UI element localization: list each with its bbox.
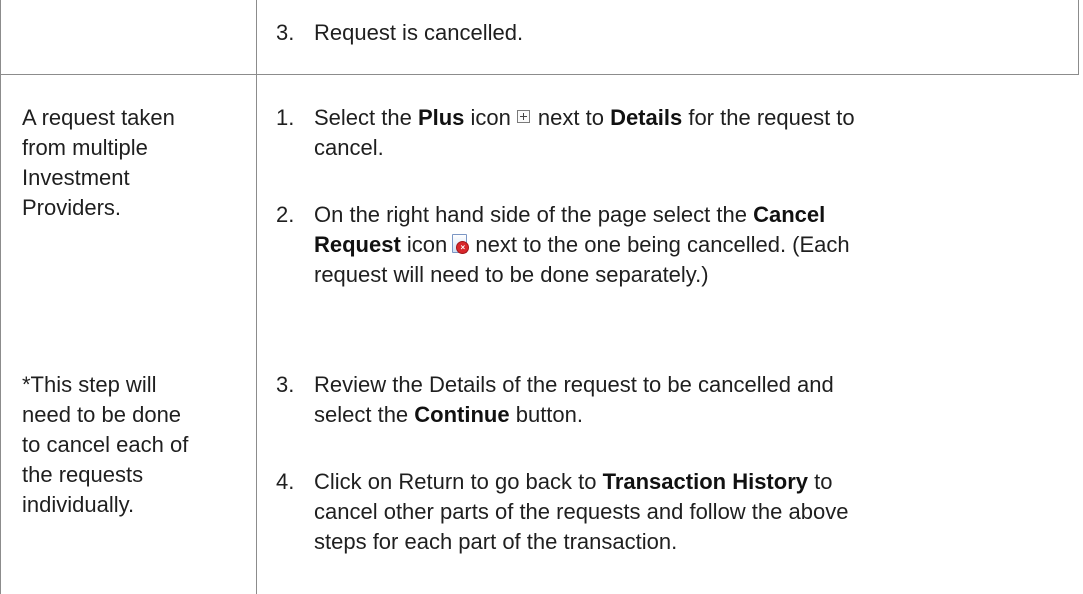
step-text-segment: button.: [509, 402, 583, 427]
note-line: individually.: [22, 492, 135, 517]
step-number: 2.: [276, 202, 295, 227]
step-number: 3.: [276, 372, 295, 397]
step-number: 1.: [276, 105, 295, 130]
step-text-segment: Review the Details of the request to be …: [314, 372, 834, 397]
note-line: need to be done: [22, 402, 182, 427]
step-text-segment: Click on Return to go back to: [314, 469, 603, 494]
cancel-request-icon: ×: [451, 234, 470, 254]
step-text: Request is cancelled.: [314, 20, 524, 45]
request-term: Request: [314, 232, 401, 257]
table-row-divider: [0, 74, 1079, 75]
step-text-segment: steps for each part of the transaction.: [314, 529, 678, 554]
table-right-border: [1078, 0, 1079, 74]
scenario-line: Investment: [22, 165, 130, 190]
step-text-segment: to: [807, 469, 833, 494]
step-text-segment: Select the: [314, 105, 418, 130]
plus-box-icon: [516, 110, 530, 123]
scenario-note: *This step will need to be done to cance…: [22, 370, 242, 520]
step-text-segment: next to the one being cancelled. (Each: [469, 232, 850, 257]
continue-term: Continue: [414, 402, 510, 427]
step-text: On the right hand side of the page selec…: [314, 200, 1044, 290]
scenario-line: from multiple: [22, 135, 148, 160]
step-text-segment: for the request to: [682, 105, 855, 130]
note-line: the requests: [22, 462, 144, 487]
plus-term: Plus: [417, 105, 465, 130]
step-number: 3.: [276, 20, 295, 45]
table-left-border: [0, 0, 1, 594]
step-text-segment: icon: [400, 232, 448, 257]
step-text: Review the Details of the request to be …: [314, 370, 1044, 430]
step-text-segment: request will need to be done separately.…: [314, 262, 709, 287]
transaction-history-term: Transaction History: [602, 469, 808, 494]
note-line: *This step will: [22, 372, 157, 397]
step-text-segment: On the right hand side of the page selec…: [314, 202, 754, 227]
step-text-segment: cancel.: [314, 135, 384, 160]
scenario-line: A request taken: [22, 105, 175, 130]
scenario-line: Providers.: [22, 195, 122, 220]
table-column-divider: [256, 0, 257, 594]
step-text-segment: next to: [537, 105, 611, 130]
cancel-term: Cancel: [753, 202, 826, 227]
step-text-segment: select the: [314, 402, 415, 427]
step-text-segment: icon: [464, 105, 511, 130]
step-number: 4.: [276, 469, 295, 494]
note-line: to cancel each of: [22, 432, 189, 457]
step-text-segment: cancel other parts of the requests and f…: [314, 499, 849, 524]
details-term: Details: [610, 105, 683, 130]
step-text: Select the Plus icon next to Details for …: [314, 103, 1044, 163]
scenario-description: A request taken from multiple Investment…: [22, 103, 242, 223]
step-text: Click on Return to go back to Transactio…: [314, 467, 1044, 557]
